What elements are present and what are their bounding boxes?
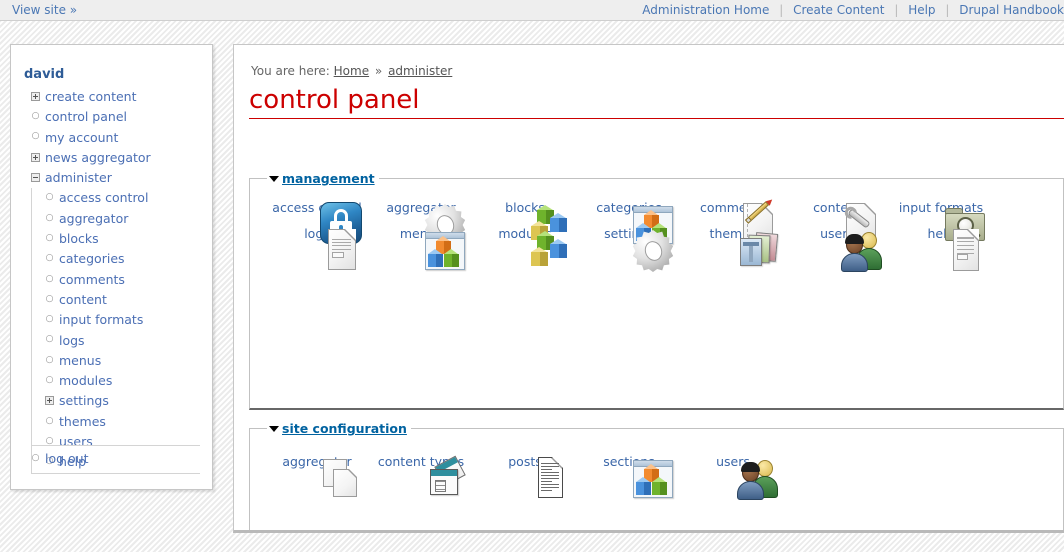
sidebar-panel: david create content control panel my ac… — [10, 44, 213, 490]
bullet-icon — [45, 249, 54, 268]
sidebar-item-log-out[interactable]: log out — [31, 449, 89, 469]
sidebar-item-logs[interactable]: logs — [45, 331, 209, 351]
sidebar-link-input-formats[interactable]: input formats — [59, 312, 143, 327]
sidebar-item-control-panel[interactable]: control panel — [31, 107, 209, 127]
view-site-link[interactable]: View site » — [12, 3, 77, 17]
icon-cell-input-formats[interactable]: input formats — [889, 193, 993, 241]
page-title: control panel — [249, 86, 1064, 119]
administration-home-link[interactable]: Administration Home — [642, 3, 769, 17]
sidebar-link-my-account[interactable]: my account — [45, 130, 118, 145]
sidebar-menu: create content control panel my account … — [31, 87, 209, 473]
nav-separator: | — [945, 3, 950, 17]
sidebar-link-aggregator[interactable]: aggregator — [59, 211, 128, 226]
bullet-icon — [45, 351, 54, 370]
sidebar-link-content[interactable]: content — [59, 292, 107, 307]
view-site-chevron-icon: » — [69, 3, 78, 17]
sidebar-link-create-content[interactable]: create content — [45, 89, 137, 104]
breadcrumb-separator: » — [374, 64, 383, 78]
sidebar-bottom-rule — [31, 473, 200, 474]
sidebar-link-log-out[interactable]: log out — [45, 451, 89, 466]
icon-cell-blocks[interactable]: blocks — [473, 193, 577, 240]
breadcrumb-link-home[interactable]: Home — [334, 64, 369, 78]
icon-cell-content-types[interactable]: content types — [369, 447, 473, 495]
bullet-icon — [45, 290, 54, 309]
view-site-link-wrapper: View site » — [12, 3, 77, 17]
sidebar-link-comments[interactable]: comments — [59, 272, 125, 287]
icon-cell-comments[interactable]: comments — [681, 193, 785, 243]
bullet-icon — [45, 209, 54, 228]
icon-cell-content[interactable]: content — [785, 193, 889, 243]
sidebar-link-blocks[interactable]: blocks — [59, 231, 99, 246]
expand-plus-icon[interactable] — [31, 152, 40, 162]
icon-grid-management: access control aggregator blocks categor… — [250, 179, 1063, 272]
icon-cell-access-control[interactable]: access control — [265, 193, 369, 244]
sidebar-item-categories[interactable]: categories — [45, 249, 209, 269]
bullet-icon — [45, 310, 54, 329]
sidebar-item-access-control[interactable]: access control — [45, 188, 209, 208]
sidebar-link-logs[interactable]: logs — [59, 333, 85, 348]
breadcrumb-prefix: You are here: — [251, 64, 330, 78]
sidebar-item-themes[interactable]: themes — [45, 412, 209, 432]
bullet-icon — [45, 371, 54, 390]
create-content-link[interactable]: Create Content — [793, 3, 884, 17]
expand-plus-icon[interactable] — [45, 396, 54, 406]
icon-cell-sections[interactable]: sections — [577, 447, 681, 498]
breadcrumb: You are here: Home » administer — [251, 64, 452, 78]
collapse-minus-icon[interactable] — [31, 173, 40, 183]
sidebar-divider — [31, 445, 200, 446]
drupal-handbook-link[interactable]: Drupal Handbook — [959, 3, 1064, 17]
help-link[interactable]: Help — [908, 3, 935, 17]
sidebar-item-aggregator[interactable]: aggregator — [45, 209, 209, 229]
expand-plus-icon[interactable] — [31, 92, 40, 101]
fieldset-management: management access control aggregator blo… — [249, 171, 1064, 410]
sidebar-item-comments[interactable]: comments — [45, 270, 209, 290]
sidebar-item-blocks[interactable]: blocks — [45, 229, 209, 249]
bullet-icon — [31, 127, 40, 146]
sidebar-link-settings[interactable]: settings — [59, 393, 109, 408]
sidebar-link-control-panel[interactable]: control panel — [45, 109, 127, 124]
main-content-panel: You are here: Home » administer control … — [233, 44, 1064, 533]
nav-separator: | — [894, 3, 899, 17]
bullet-icon — [45, 188, 54, 207]
icon-cell-sc-aggregator[interactable]: aggregator — [265, 447, 369, 497]
sidebar-item-news-aggregator[interactable]: news aggregator — [31, 148, 209, 168]
sidebar-item-create-content[interactable]: create content — [31, 87, 209, 107]
icon-cell-categories[interactable]: categories — [577, 193, 681, 244]
sidebar-logout-menu: log out — [31, 449, 89, 469]
sidebar-link-menus[interactable]: menus — [59, 353, 101, 368]
nav-separator: | — [779, 3, 784, 17]
sidebar-item-settings[interactable]: settings — [45, 391, 209, 411]
top-nav-links: Administration Home | Create Content | H… — [642, 3, 1064, 17]
sidebar-item-my-account[interactable]: my account — [31, 128, 209, 148]
breadcrumb-link-administer[interactable]: administer — [388, 64, 452, 78]
username-label: david — [24, 67, 65, 82]
sidebar-link-administer[interactable]: administer — [45, 170, 112, 185]
sidebar-link-access-control[interactable]: access control — [59, 190, 148, 205]
sidebar-item-content[interactable]: content — [45, 290, 209, 310]
fieldset-site-configuration: site configuration aggregator content ty… — [249, 421, 1064, 530]
bullet-icon — [31, 107, 40, 126]
bullet-icon — [45, 229, 54, 248]
icon-grid-site-configuration: aggregator content types posts sections … — [250, 429, 1063, 500]
sidebar-link-categories[interactable]: categories — [59, 251, 125, 266]
view-site-label: View site — [12, 3, 66, 17]
icon-cell-sc-users[interactable]: users — [681, 447, 785, 500]
bullet-icon — [45, 412, 54, 431]
sidebar-link-news-aggregator[interactable]: news aggregator — [45, 150, 151, 165]
icon-cell-posts[interactable]: posts — [473, 447, 577, 498]
icon-cell-aggregator[interactable]: aggregator — [369, 193, 473, 246]
sidebar-link-users[interactable]: users — [59, 434, 93, 449]
icon-label: aggregator — [282, 454, 352, 469]
sidebar-link-themes[interactable]: themes — [59, 414, 106, 429]
sidebar-item-modules[interactable]: modules — [45, 371, 209, 391]
bullet-icon — [45, 330, 54, 349]
sidebar-item-menus[interactable]: menus — [45, 351, 209, 371]
bullet-icon — [31, 449, 40, 468]
sidebar-link-modules[interactable]: modules — [59, 373, 112, 388]
bullet-icon — [45, 270, 54, 289]
sidebar-item-administer[interactable]: administer access control aggregator blo… — [31, 168, 209, 473]
top-navigation-bar: View site » Administration Home | Create… — [0, 0, 1064, 21]
sidebar-item-input-formats[interactable]: input formats — [45, 310, 209, 330]
sidebar-submenu-administer: access control aggregator blocks categor… — [31, 188, 209, 473]
